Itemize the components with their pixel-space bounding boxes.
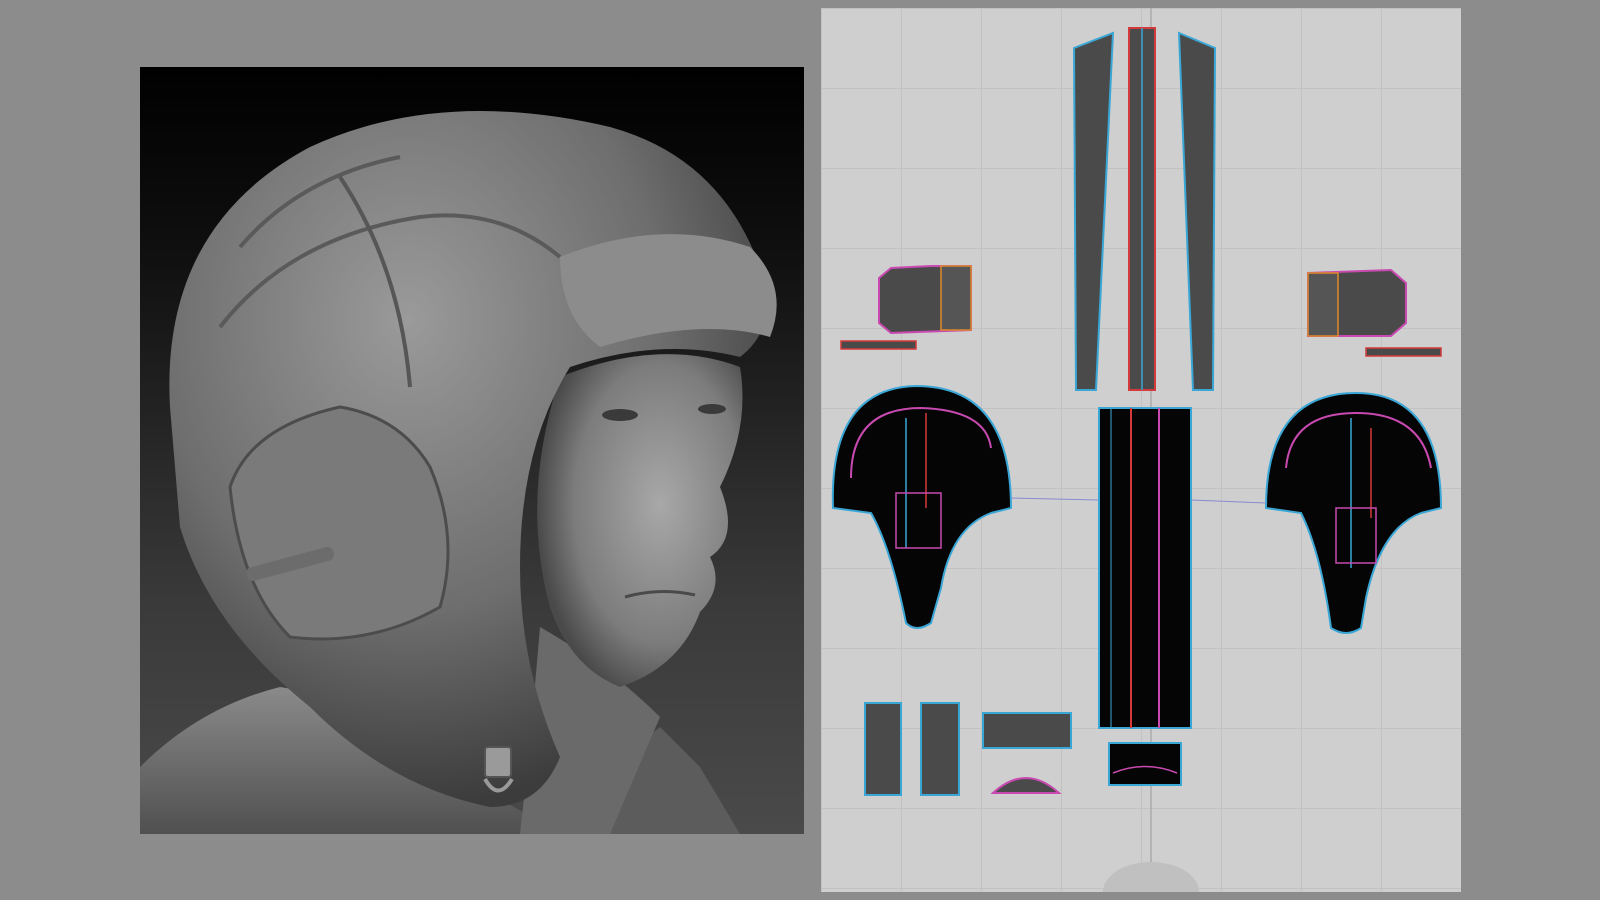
pattern-piece-strap-left <box>840 340 917 350</box>
pattern-piece-tab-3 <box>982 712 1072 749</box>
pattern-piece-tab-1 <box>864 702 902 796</box>
guide-line-left <box>1010 497 1100 501</box>
pattern-piece-strap-right <box>1365 347 1442 357</box>
guide-line-right <box>1190 499 1267 504</box>
pattern-piece-center-strips <box>1098 407 1192 729</box>
pattern-piece-arc <box>990 777 1062 794</box>
view-gizmo <box>1103 862 1199 892</box>
pattern-piece-top-strip-center <box>1128 27 1156 391</box>
pattern-piece-side-left <box>831 384 1013 629</box>
pattern-piece-top-strip-right <box>1177 31 1217 391</box>
pattern-piece-visor-left <box>878 265 972 335</box>
pattern-piece-side-right <box>1264 391 1443 634</box>
sculpt-render-viewport <box>140 67 804 834</box>
pattern-piece-top-strip-left <box>1072 31 1115 391</box>
pattern-layout-view <box>821 8 1461 892</box>
pattern-piece-tab-2 <box>920 702 960 796</box>
helmet-head-render <box>140 111 777 834</box>
pattern-pieces <box>831 8 1443 892</box>
pattern-piece-tab-4 <box>1108 742 1182 786</box>
pattern-piece-visor-right <box>1307 268 1407 337</box>
